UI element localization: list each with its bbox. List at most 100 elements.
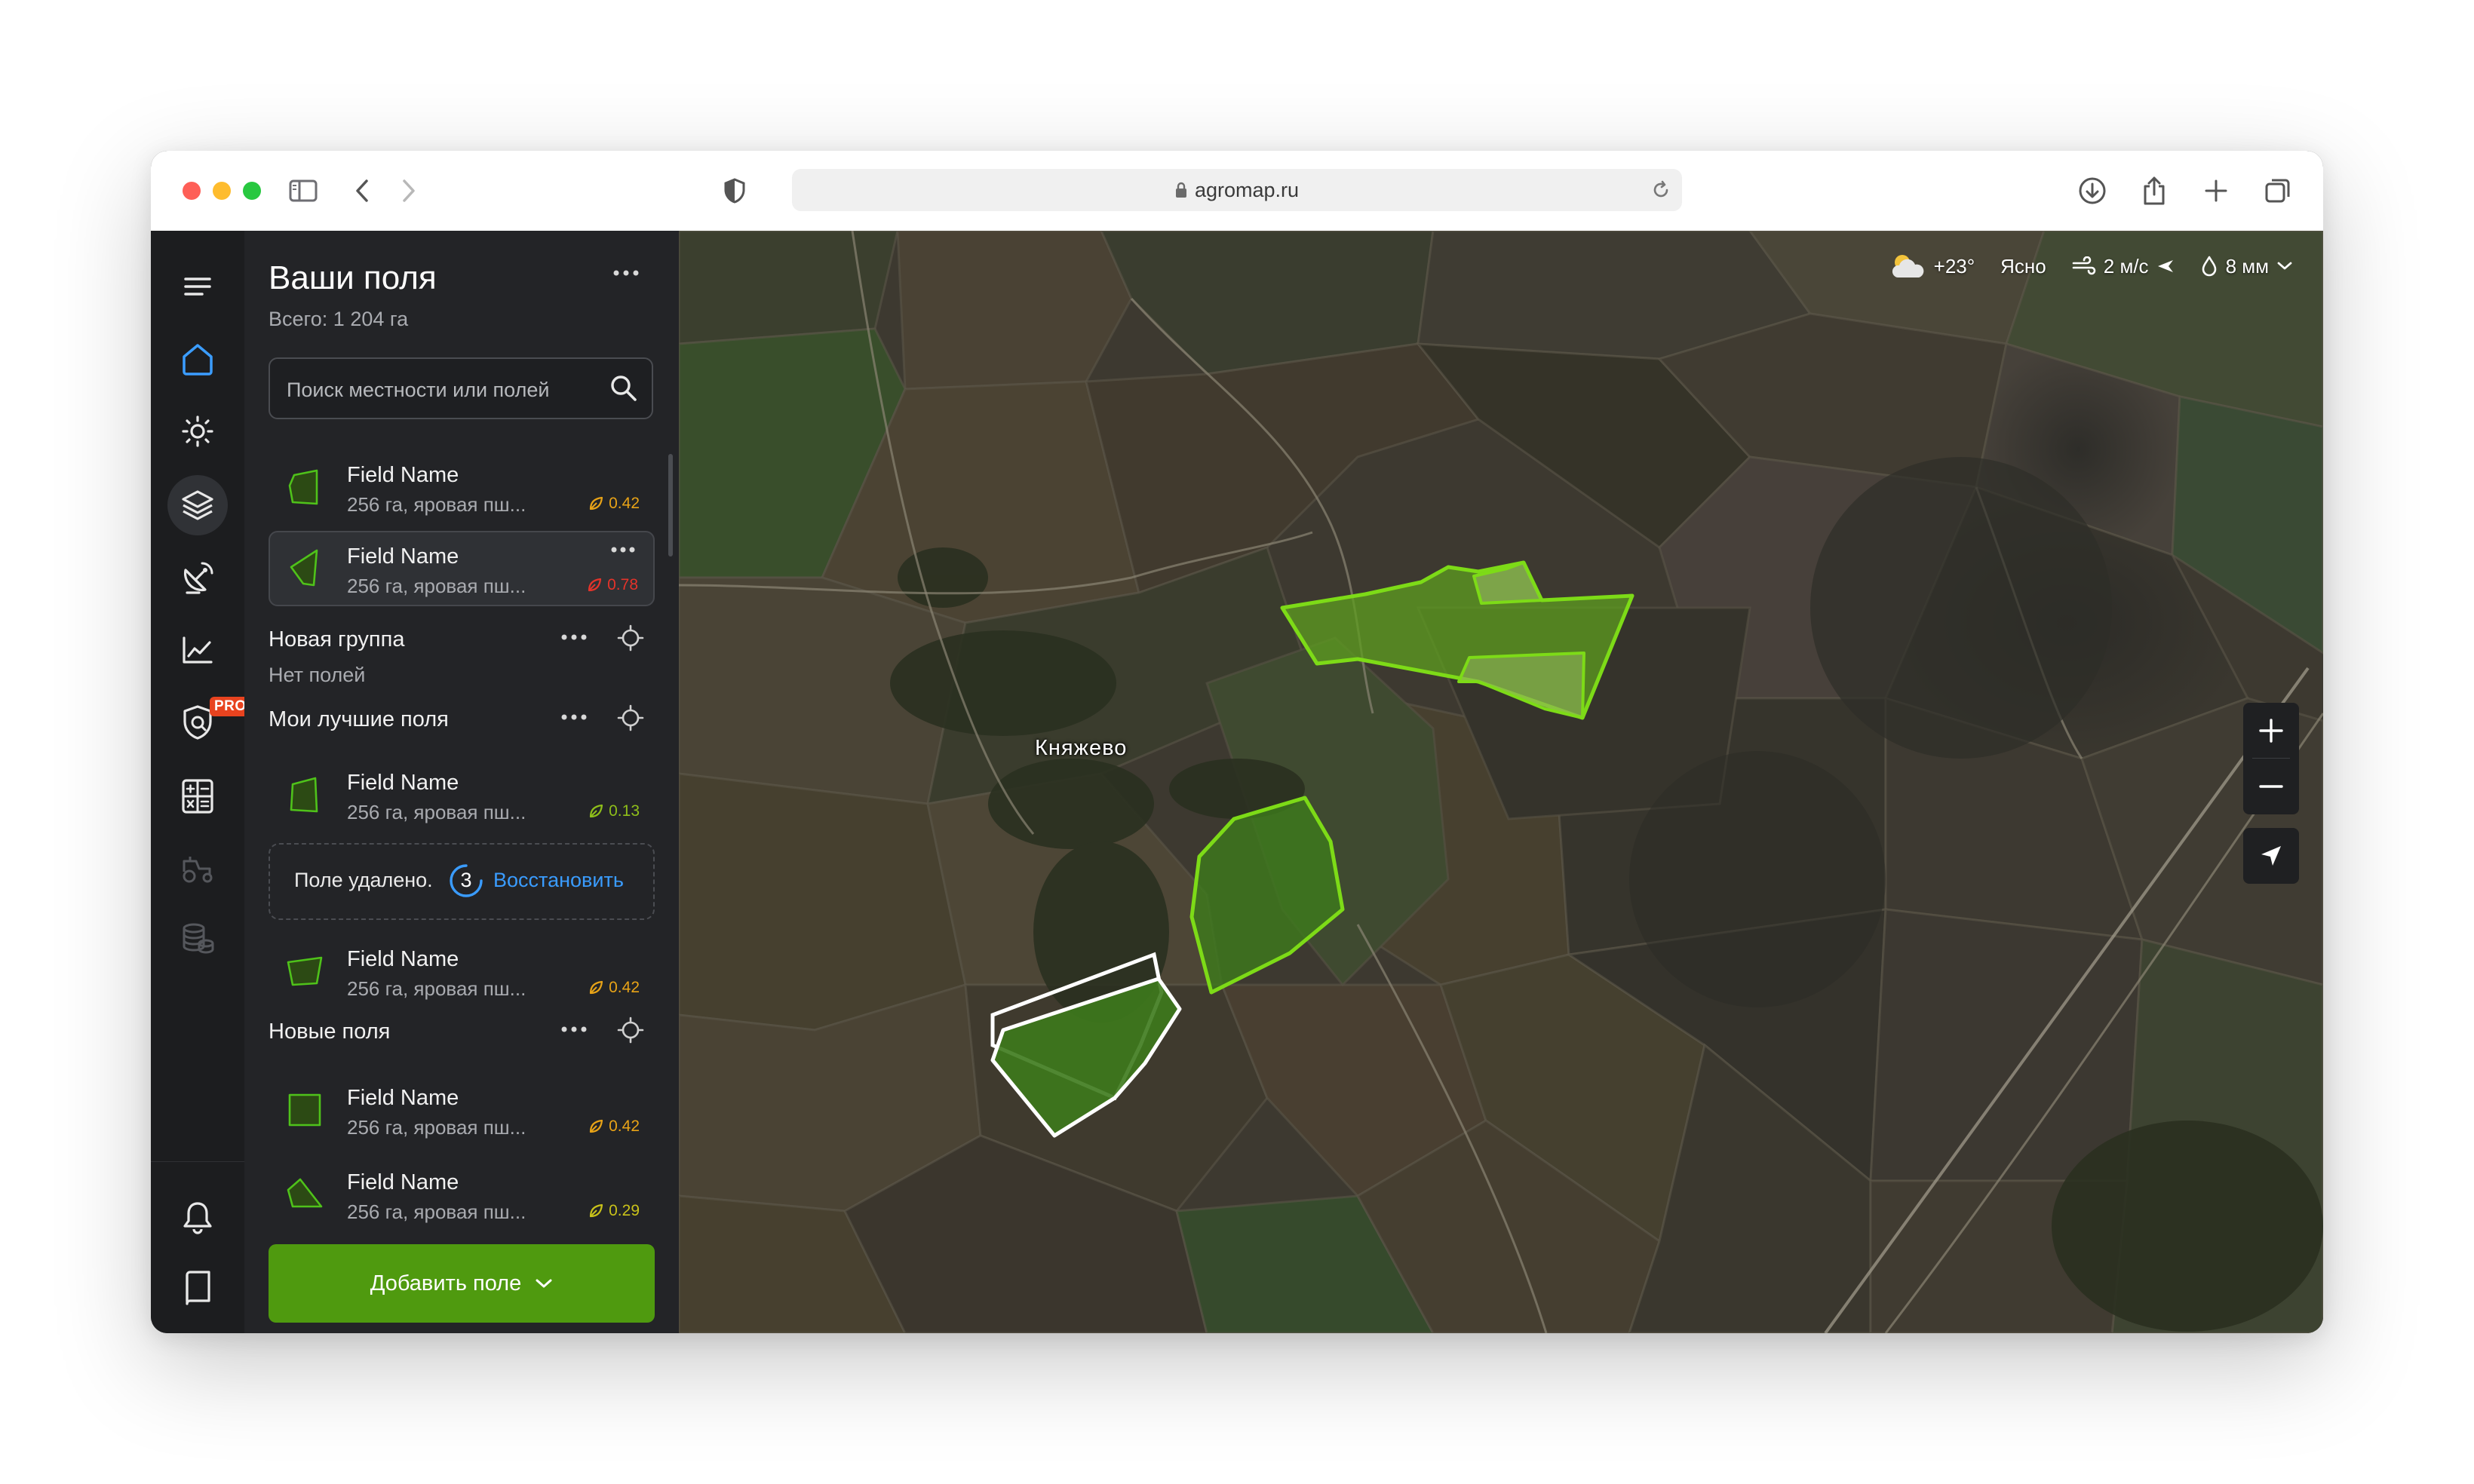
ndvi-value: 0.13	[609, 802, 640, 820]
field-description: 256 га, яровая пш...	[347, 1116, 526, 1139]
field-shape-icon	[287, 956, 323, 986]
crosshair-icon[interactable]	[617, 704, 644, 735]
zoom-out-button[interactable]	[2243, 759, 2299, 814]
maximize-window-button[interactable]	[243, 182, 261, 200]
protection-icon[interactable]: PRO	[167, 692, 251, 753]
countdown-value: 3	[460, 869, 472, 891]
user-settings-icon[interactable]	[167, 1329, 228, 1333]
back-icon[interactable]	[347, 176, 377, 206]
field-description: 256 га, яровая пш...	[347, 1200, 526, 1223]
minus-icon	[2259, 785, 2283, 788]
search-input[interactable]	[285, 374, 597, 406]
ndvi-badge: 0.78	[586, 576, 638, 594]
restore-link[interactable]: Восстановить	[493, 869, 624, 892]
calculator-icon[interactable]	[167, 766, 228, 826]
field-item[interactable]: Field Name 256 га, яровая пш... 0.42	[269, 1072, 655, 1148]
book-icon[interactable]	[167, 1258, 228, 1318]
field-item-selected[interactable]: Field Name 256 га, яровая пш... 0.78	[269, 531, 655, 606]
partly-cloudy-icon	[1892, 255, 1923, 277]
reload-icon[interactable]	[1650, 179, 1671, 201]
analytics-icon[interactable]	[167, 620, 228, 680]
menu-icon[interactable]	[167, 256, 228, 317]
ndvi-badge: 0.42	[588, 495, 640, 513]
ndvi-badge: 0.42	[588, 979, 640, 997]
crosshair-icon[interactable]	[617, 624, 644, 655]
group-header[interactable]: Новые поля	[269, 1012, 655, 1057]
tractor-icon[interactable]	[167, 839, 228, 899]
home-icon[interactable]	[167, 329, 228, 389]
ndvi-badge: 0.13	[588, 802, 640, 820]
bell-icon[interactable]	[167, 1187, 228, 1247]
field-item[interactable]: Field Name 256 га, яровая пш... 0.42	[269, 934, 655, 1009]
downloads-icon[interactable]	[2077, 176, 2107, 206]
field-shape-icon	[287, 1178, 323, 1208]
share-icon[interactable]	[2139, 176, 2169, 206]
field-shape-icon	[290, 777, 318, 813]
minimize-window-button[interactable]	[213, 182, 231, 200]
privacy-shield-icon[interactable]	[720, 176, 750, 206]
field-shape-icon	[288, 1093, 321, 1127]
weather-widget[interactable]: +23° Ясно 2 м/с 8 мм	[1887, 252, 2293, 281]
leaf-icon	[590, 496, 603, 511]
address-bar[interactable]: agromap.ru	[792, 169, 1682, 211]
group-header[interactable]: Мои лучшие поля	[269, 700, 655, 745]
new-tab-icon[interactable]	[2201, 176, 2231, 206]
panel-scrollbar[interactable]	[668, 454, 673, 556]
field-description: 256 га, яровая пш...	[347, 493, 526, 516]
field-shape-icon	[288, 469, 318, 505]
field-name: Field Name	[347, 1086, 459, 1110]
ndvi-value: 0.42	[609, 979, 640, 996]
add-field-button[interactable]: Добавить поле	[269, 1244, 655, 1323]
lock-icon	[1175, 182, 1187, 198]
zoom-in-button[interactable]	[2243, 703, 2299, 759]
browser-toolbar: agromap.ru	[151, 151, 2323, 231]
chevron-down-icon[interactable]	[2276, 261, 2293, 271]
leaf-icon	[590, 980, 603, 995]
leaf-icon	[588, 578, 602, 592]
panel-title: Ваши поля	[269, 259, 437, 296]
weather-temp: +23°	[1933, 254, 1975, 277]
plus-icon	[2259, 719, 2283, 743]
field-item[interactable]: Field Name 256 га, яровая пш... 0.42	[269, 449, 655, 525]
forward-icon[interactable]	[394, 176, 424, 206]
field-more-icon[interactable]	[611, 543, 635, 556]
coins-icon[interactable]	[167, 908, 228, 968]
satellite-map[interactable]: +23° Ясно 2 м/с 8 мм Княжево	[679, 231, 2323, 1333]
field-item[interactable]: Field Name 256 га, яровая пш... 0.13	[269, 757, 655, 832]
leaf-icon	[590, 804, 603, 818]
map-imagery[interactable]	[679, 231, 2323, 1333]
add-field-label: Добавить поле	[370, 1271, 522, 1295]
ndvi-value: 0.29	[609, 1202, 640, 1219]
sun-icon[interactable]	[167, 401, 228, 461]
panel-more-icon[interactable]	[609, 259, 643, 287]
leaf-icon	[590, 1203, 603, 1218]
satellite-icon[interactable]	[167, 547, 228, 608]
my-location-button[interactable]	[2243, 828, 2299, 884]
group-name: Мои лучшие поля	[269, 707, 449, 731]
navigation-arrow-icon	[2261, 846, 2281, 866]
group-more-icon[interactable]	[561, 1023, 587, 1036]
deleted-text: Поле удалено.	[294, 869, 433, 891]
ndvi-value: 0.42	[609, 495, 640, 512]
zoom-controls	[2243, 703, 2299, 814]
total-area: Всего: 1 204 га	[269, 308, 409, 330]
crosshair-icon[interactable]	[617, 1016, 644, 1047]
ndvi-badge: 0.42	[588, 1118, 640, 1136]
wind-icon	[2072, 256, 2096, 275]
search-icon[interactable]	[609, 374, 638, 406]
search-box[interactable]	[269, 357, 653, 419]
group-more-icon[interactable]	[561, 710, 587, 724]
group-more-icon[interactable]	[561, 630, 587, 644]
group-header[interactable]: Новая группа	[269, 620, 655, 665]
drop-icon	[2202, 256, 2216, 277]
field-name: Field Name	[347, 947, 459, 971]
field-item[interactable]: Field Name 256 га, яровая пш... 0.29	[269, 1157, 655, 1232]
ndvi-badge: 0.29	[588, 1202, 640, 1220]
weather-precip: 8 мм	[2225, 254, 2269, 277]
sidebar-toggle-icon[interactable]	[288, 176, 318, 206]
close-window-button[interactable]	[183, 182, 201, 200]
chevron-down-icon	[536, 1279, 552, 1288]
layers-icon[interactable]	[167, 475, 228, 535]
tab-overview-icon[interactable]	[2263, 176, 2293, 206]
field-description: 256 га, яровая пш...	[347, 977, 526, 1000]
